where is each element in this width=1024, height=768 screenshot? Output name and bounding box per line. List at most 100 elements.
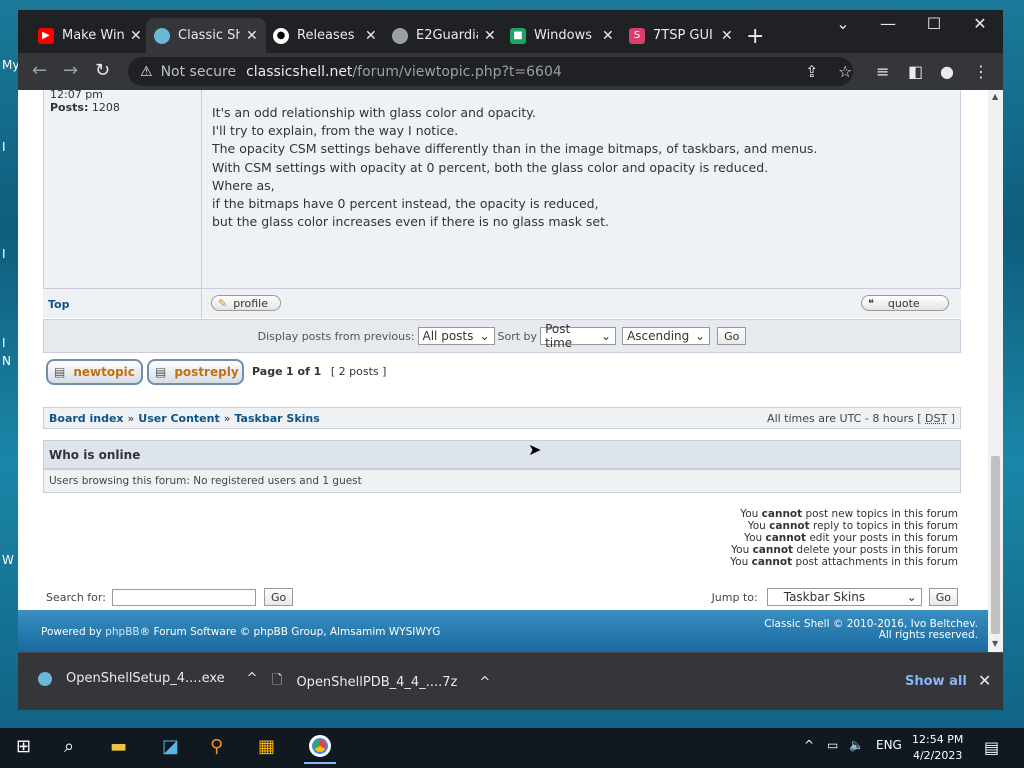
tab-youtube[interactable]: ▶ Make Win ✕ <box>30 18 150 53</box>
file-icon: 🗋 <box>272 673 283 688</box>
volume-icon[interactable]: 🔈 <box>849 738 864 752</box>
tab-title: Windows <box>534 28 593 43</box>
copyright: Classic Shell © 2010-2016, Ivo Beltchev.… <box>764 619 978 641</box>
desktop-icon-label[interactable]: W <box>2 553 14 567</box>
tab-windows[interactable]: ■ Windows ✕ <box>502 18 622 53</box>
forward-icon[interactable]: → <box>63 60 78 81</box>
post-line: but the glass color increases even if th… <box>212 214 609 230</box>
close-tab-icon[interactable]: ✕ <box>721 28 733 44</box>
store-icon[interactable]: ▦ <box>258 736 275 757</box>
breadcrumb-sep: » <box>127 411 135 425</box>
language-indicator[interactable]: ENG <box>876 738 902 752</box>
scroll-down-icon[interactable]: ▼ <box>992 639 998 648</box>
scroll-thumb[interactable] <box>991 456 1000 634</box>
tab-search-icon[interactable]: ⌄ <box>823 14 863 33</box>
chevron-up-icon[interactable]: ^ <box>247 671 258 686</box>
jump-go-button[interactable]: Go <box>928 588 958 606</box>
show-hidden-icons-icon[interactable]: ^ <box>804 738 814 752</box>
download-name: OpenShellPDB_4_4_....7z <box>296 674 458 690</box>
document-icon: ▤ <box>54 365 66 379</box>
breadcrumb-user-content[interactable]: User Content <box>138 412 219 425</box>
close-download-bar-icon[interactable]: ✕ <box>978 671 991 690</box>
post-reply-label: postreply <box>174 365 239 379</box>
sort-value: Post time <box>545 322 573 350</box>
document-icon: ▤ <box>155 365 167 379</box>
display-select[interactable]: All posts ⌄ <box>417 327 495 345</box>
jump-select[interactable]: Taskbar Skins ⌄ <box>766 588 922 606</box>
chevron-down-icon: ⌄ <box>479 329 490 343</box>
close-window-button[interactable]: ✕ <box>960 14 1000 33</box>
sort-select[interactable]: Post time ⌄ <box>540 322 617 350</box>
quote-icon: ❝ <box>868 296 874 310</box>
chevron-up-icon[interactable]: ^ <box>479 675 490 690</box>
new-tab-button[interactable]: + <box>746 24 764 49</box>
tab-e2guardian[interactable]: E2Guardia ✕ <box>384 18 504 53</box>
tab-releases[interactable]: ● Releases ✕ <box>265 18 385 53</box>
page-scrollbar[interactable]: ▲ ▼ <box>988 90 1003 652</box>
breadcrumb-board-index[interactable]: Board index <box>49 412 124 425</box>
side-panel-icon[interactable]: ◧ <box>908 62 923 81</box>
search-go-button[interactable]: Go <box>263 588 294 606</box>
back-icon[interactable]: ← <box>32 60 47 81</box>
close-tab-icon[interactable]: ✕ <box>484 28 496 44</box>
close-tab-icon[interactable]: ✕ <box>130 28 142 44</box>
download-item[interactable]: OpenShellSetup_4....exe ^ <box>38 671 258 686</box>
search-input[interactable] <box>111 588 256 606</box>
tab-7tsp[interactable]: S 7TSP GUI ✕ <box>621 18 741 53</box>
sort-label: Sort by <box>497 329 538 343</box>
timezone-end: ] <box>950 411 955 425</box>
app-icon[interactable]: ◪ <box>162 736 179 757</box>
powered-by-rest: ® Forum Software © phpBB Group, Almsamim… <box>139 626 441 638</box>
download-name: OpenShellSetup_4....exe <box>66 671 225 686</box>
reload-icon[interactable]: ↻ <box>95 60 110 81</box>
display-value: All posts <box>422 329 474 343</box>
desktop-icon-label[interactable]: My <box>2 58 19 72</box>
profile-label: profile <box>233 296 268 310</box>
search-icon[interactable]: ⌕ <box>64 736 74 757</box>
phpbb-link[interactable]: phpBB <box>105 626 139 638</box>
minimize-button[interactable]: — <box>868 14 908 33</box>
desktop-icon-label[interactable]: I <box>2 336 6 350</box>
warning-icon[interactable]: ⚠ <box>140 64 153 80</box>
post-body: It's an odd relationship with glass colo… <box>212 104 817 231</box>
quote-button[interactable]: ❝ quote <box>861 295 949 311</box>
tab-classic-shell[interactable]: Classic Sh ✕ <box>146 18 266 53</box>
security-label[interactable]: Not secure <box>161 64 237 80</box>
start-icon[interactable]: ⊞ <box>16 736 31 757</box>
desktop-icon-label[interactable]: I <box>2 140 6 154</box>
profile-icon[interactable]: ● <box>940 62 954 81</box>
notifications-icon[interactable]: ▤ <box>984 738 999 757</box>
close-tab-icon[interactable]: ✕ <box>602 28 614 44</box>
scroll-up-icon[interactable]: ▲ <box>992 92 998 101</box>
share-icon[interactable]: ⇪ <box>805 62 818 81</box>
search-app-icon[interactable]: ⚲ <box>210 736 223 757</box>
post-reply-button[interactable]: ▤ postreply <box>147 359 244 385</box>
address-bar[interactable]: ⚠ Not secure classicshell.net /forum/vie… <box>128 57 853 86</box>
chrome-icon[interactable] <box>304 732 336 764</box>
tab-title: Make Win <box>62 28 124 43</box>
close-tab-icon[interactable]: ✕ <box>246 28 258 44</box>
jump-label: Jump to: <box>711 590 758 604</box>
bookmark-star-icon[interactable]: ☆ <box>838 62 852 81</box>
clock[interactable]: 12:54 PM 4/2/2023 <box>912 732 963 764</box>
top-link[interactable]: Top <box>48 298 69 311</box>
profile-button[interactable]: ✎ profile <box>211 295 281 311</box>
breadcrumb-taskbar-skins[interactable]: Taskbar Skins <box>234 412 319 425</box>
maximize-button[interactable]: ☐ <box>914 14 954 33</box>
order-value: Ascending <box>627 329 690 343</box>
file-explorer-icon[interactable]: ▬ <box>110 736 127 757</box>
desktop-icon-label[interactable]: I <box>2 247 6 261</box>
page-current: 1 of 1 <box>286 365 322 378</box>
browser-toolbar: ← → ↻ ⚠ Not secure classicshell.net /for… <box>18 53 1003 90</box>
new-topic-button[interactable]: ▤ newtopic <box>46 359 143 385</box>
sort-bar: Display posts from previous: All posts ⌄ … <box>43 319 961 353</box>
network-icon[interactable]: ▭ <box>827 738 838 752</box>
show-all-button[interactable]: Show all <box>905 674 967 689</box>
download-item[interactable]: 🗋 OpenShellPDB_4_4_....7z ^ <box>272 671 490 693</box>
desktop-icon-label[interactable]: N <box>2 354 11 368</box>
sort-go-button[interactable]: Go <box>717 327 747 345</box>
order-select[interactable]: Ascending ⌄ <box>622 327 711 345</box>
reading-list-icon[interactable]: ≡ <box>876 62 889 81</box>
menu-icon[interactable]: ⋮ <box>973 62 989 81</box>
close-tab-icon[interactable]: ✕ <box>365 28 377 44</box>
